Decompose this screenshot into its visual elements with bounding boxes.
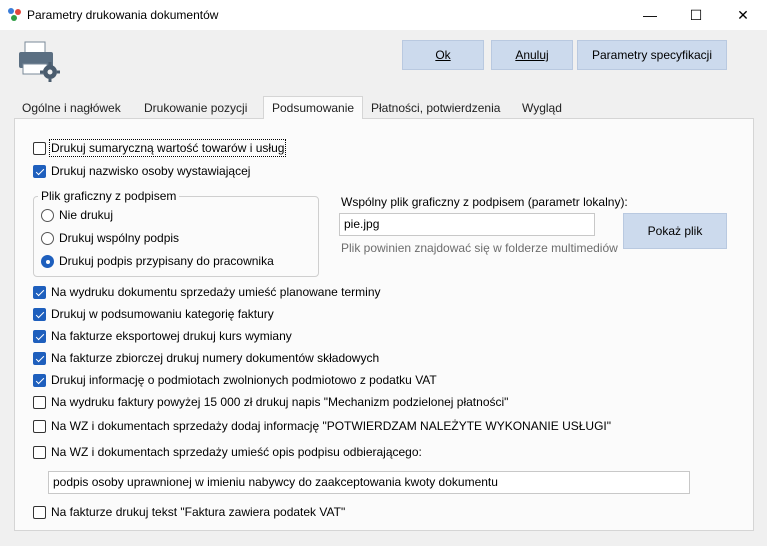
- service-confirmation-checkbox[interactable]: [33, 420, 46, 433]
- specification-parameters-label: Parametry specyfikacji: [591, 48, 713, 62]
- close-button[interactable]: ✕: [720, 0, 766, 30]
- printer-settings-icon: [19, 41, 60, 82]
- invoice-category-label[interactable]: Drukuj w podsumowaniu kategorię faktury: [51, 307, 274, 321]
- radio-shared-signature-label[interactable]: Drukuj wspólny podpis: [59, 231, 179, 245]
- specification-parameters-button[interactable]: Parametry specyfikacji: [577, 40, 727, 70]
- tab-item-printing[interactable]: Drukowanie pozycji: [136, 97, 255, 118]
- summary-tab-panel: [14, 118, 754, 531]
- cancel-label: Anuluj: [515, 48, 549, 62]
- vat-exempt-info-checkbox[interactable]: [33, 374, 46, 387]
- split-payment-label[interactable]: Na wydruku faktury powyżej 15 000 zł dru…: [51, 395, 508, 409]
- shared-signature-file-label: Wspólny plik graficzny z podpisem (param…: [341, 195, 628, 209]
- close-icon: ✕: [737, 6, 749, 23]
- component-documents-label[interactable]: Na fakturze zbiorczej drukuj numery doku…: [51, 351, 379, 365]
- shared-signature-file-input[interactable]: pie.jpg: [339, 213, 595, 236]
- tab-appearance[interactable]: Wygląd: [514, 97, 570, 118]
- window-title: Parametry drukowania dokumentów: [27, 8, 219, 22]
- planned-dates-checkbox[interactable]: [33, 286, 46, 299]
- cancel-button[interactable]: Anuluj: [491, 40, 573, 70]
- show-file-label: Pokaż plik: [647, 224, 703, 238]
- exchange-rate-checkbox[interactable]: [33, 330, 46, 343]
- ok-label: Ok: [435, 48, 451, 62]
- show-file-button[interactable]: Pokaż plik: [623, 213, 727, 249]
- tab-payments-confirmations[interactable]: Płatności, potwierdzenia: [363, 97, 508, 118]
- radio-employee-signature[interactable]: [41, 255, 54, 268]
- print-total-checkbox[interactable]: [33, 142, 46, 155]
- invoice-category-checkbox[interactable]: [33, 308, 46, 321]
- radio-shared-signature[interactable]: [41, 232, 54, 245]
- print-issuer-checkbox[interactable]: [33, 165, 46, 178]
- print-total-label[interactable]: Drukuj sumaryczną wartość towarów i usłu…: [48, 139, 287, 157]
- radio-no-print-label[interactable]: Nie drukuj: [59, 208, 113, 222]
- maximize-button[interactable]: ☐: [673, 0, 719, 30]
- tab-summary[interactable]: Podsumowanie: [263, 96, 364, 119]
- minimize-icon: —: [643, 7, 657, 23]
- signature-group-title: Plik graficzny z podpisem: [38, 189, 180, 203]
- ok-button[interactable]: Ok: [402, 40, 484, 70]
- service-confirmation-label[interactable]: Na WZ i dokumentach sprzedaży dodaj info…: [51, 419, 611, 433]
- planned-dates-label[interactable]: Na wydruku dokumentu sprzedaży umieść pl…: [51, 285, 381, 299]
- split-payment-checkbox[interactable]: [33, 396, 46, 409]
- maximize-icon: ☐: [689, 6, 703, 23]
- radio-no-print[interactable]: [41, 209, 54, 222]
- receiver-signature-checkbox[interactable]: [33, 446, 46, 459]
- radio-employee-signature-label[interactable]: Drukuj podpis przypisany do pracownika: [59, 254, 274, 268]
- vat-text-checkbox[interactable]: [33, 506, 46, 519]
- print-issuer-label[interactable]: Drukuj nazwisko osoby wystawiającej: [51, 164, 250, 178]
- minimize-button[interactable]: —: [627, 0, 673, 30]
- exchange-rate-label[interactable]: Na fakturze eksportowej drukuj kurs wymi…: [51, 329, 292, 343]
- component-documents-checkbox[interactable]: [33, 352, 46, 365]
- receiver-signature-text-input[interactable]: podpis osoby uprawnionej w imieniu nabyw…: [48, 471, 690, 494]
- vat-text-label[interactable]: Na fakturze drukuj tekst "Faktura zawier…: [51, 505, 345, 519]
- vat-exempt-info-label[interactable]: Drukuj informację o podmiotach zwolniony…: [51, 373, 437, 387]
- receiver-signature-label[interactable]: Na WZ i dokumentach sprzedaży umieść opi…: [51, 445, 422, 459]
- tab-general-header[interactable]: Ogólne i nagłówek: [14, 97, 129, 118]
- app-icon: [8, 8, 21, 21]
- multimedia-folder-hint: Plik powinien znajdować się w folderze m…: [341, 241, 618, 255]
